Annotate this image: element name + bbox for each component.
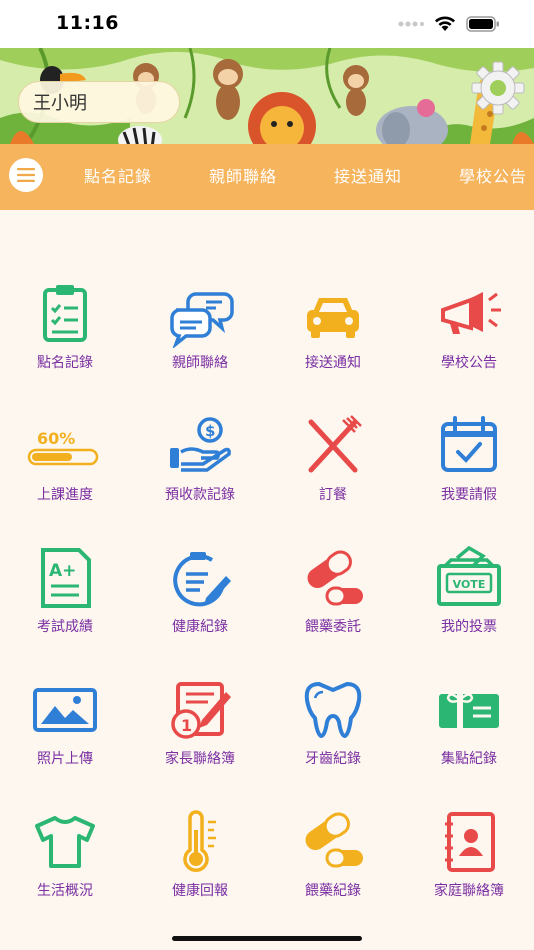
tile-my-vote[interactable]: VOTE 我的投票 bbox=[404, 544, 534, 654]
tile-label: 接送通知 bbox=[305, 355, 361, 371]
battery-icon bbox=[466, 15, 499, 32]
tile-exam-scores[interactable]: A+ 考試成績 bbox=[0, 544, 130, 654]
chat-bubbles-icon bbox=[170, 292, 234, 348]
signal-icon bbox=[398, 21, 424, 26]
notebook-pen-icon: 1 bbox=[171, 682, 231, 739]
tile-label: 家庭聯絡簿 bbox=[434, 883, 504, 899]
home-indicator[interactable] bbox=[172, 936, 362, 941]
tile-label: 上課進度 bbox=[37, 487, 93, 503]
tile-label: 預收款記錄 bbox=[165, 487, 235, 503]
svg-text:$: $ bbox=[205, 422, 215, 440]
car-icon bbox=[307, 298, 359, 338]
nav-item-parent-teacher[interactable]: 親師聯絡 bbox=[209, 163, 277, 187]
tile-attendance[interactable]: 點名記錄 bbox=[0, 280, 130, 390]
tile-label: 我要請假 bbox=[441, 487, 497, 503]
fork-knife-icon bbox=[308, 415, 362, 473]
tile-health-report[interactable]: 健康回報 bbox=[135, 808, 265, 918]
calendar-check-icon bbox=[441, 416, 497, 472]
tile-medicine-request[interactable]: 餵藥委託 bbox=[268, 544, 398, 654]
tile-photo-upload[interactable]: 照片上傳 bbox=[0, 676, 130, 786]
clipboard-pen-icon bbox=[173, 552, 231, 607]
ballot-box-icon: VOTE bbox=[437, 545, 501, 606]
nav-item-attendance[interactable]: 點名記錄 bbox=[84, 163, 152, 187]
tile-label: 家長聯絡簿 bbox=[165, 751, 235, 767]
tile-label: 考試成績 bbox=[37, 619, 93, 635]
contact-book-icon bbox=[445, 812, 495, 872]
tile-pickup[interactable]: 接送通知 bbox=[268, 280, 398, 390]
tile-prepayment[interactable]: $ 預收款記錄 bbox=[135, 412, 265, 522]
tile-meal-order[interactable]: 訂餐 bbox=[268, 412, 398, 522]
tile-label: 親師聯絡 bbox=[172, 355, 228, 371]
photo-icon bbox=[33, 688, 97, 732]
tile-points-record[interactable]: 集點紀錄 bbox=[404, 676, 534, 786]
settings-gear-icon[interactable] bbox=[470, 60, 526, 116]
megaphone-icon bbox=[441, 292, 501, 334]
thermometer-icon bbox=[183, 810, 216, 872]
capsule-pill-icon bbox=[307, 550, 363, 606]
tile-parent-notebook[interactable]: 1 家長聯絡簿 bbox=[135, 676, 265, 786]
gift-card-icon bbox=[439, 693, 499, 728]
exam-grade-text: A+ bbox=[49, 561, 76, 581]
status-time: 11:16 bbox=[56, 12, 119, 34]
svg-text:1: 1 bbox=[181, 716, 192, 735]
vote-badge-text: VOTE bbox=[453, 578, 486, 591]
nav-item-announcements[interactable]: 學校公告 bbox=[459, 163, 527, 187]
nav-item-pickup[interactable]: 接送通知 bbox=[334, 163, 402, 187]
tile-medicine-record[interactable]: 餵藥紀錄 bbox=[268, 808, 398, 918]
tile-family-notebook[interactable]: 家庭聯絡簿 bbox=[404, 808, 534, 918]
student-name-pill[interactable]: 王小明 bbox=[18, 81, 180, 123]
tile-label: 餵藥委託 bbox=[305, 619, 361, 635]
header-banner: 王小明 bbox=[0, 48, 534, 144]
tile-announcements[interactable]: 學校公告 bbox=[404, 280, 534, 390]
tile-dental-record[interactable]: 牙齒紀錄 bbox=[268, 676, 398, 786]
tile-class-progress[interactable]: 60% 上課進度 bbox=[0, 412, 130, 522]
tile-daily-life[interactable]: 生活概況 bbox=[0, 808, 130, 918]
tooth-icon bbox=[304, 681, 362, 739]
tile-label: 健康紀錄 bbox=[172, 619, 228, 635]
tile-label: 牙齒紀錄 bbox=[305, 751, 361, 767]
tile-label: 我的投票 bbox=[441, 619, 497, 635]
tile-label: 集點紀錄 bbox=[441, 751, 497, 767]
status-bar: 11:16 bbox=[0, 0, 534, 48]
hamburger-icon bbox=[17, 168, 35, 182]
tile-parent-teacher[interactable]: 親師聯絡 bbox=[135, 280, 265, 390]
clipboard-checklist-icon bbox=[43, 285, 87, 342]
tile-label: 餵藥紀錄 bbox=[305, 883, 361, 899]
progress-bar-icon: 60% bbox=[27, 429, 99, 466]
menu-button[interactable] bbox=[9, 158, 43, 192]
tile-label: 學校公告 bbox=[441, 355, 497, 371]
tshirt-icon bbox=[35, 816, 95, 868]
tile-label: 照片上傳 bbox=[37, 751, 93, 767]
exam-aplus-icon: A+ bbox=[41, 548, 91, 608]
progress-badge-text: 60% bbox=[37, 429, 75, 448]
tile-leave-request[interactable]: 我要請假 bbox=[404, 412, 534, 522]
tile-label: 點名記錄 bbox=[37, 355, 93, 371]
tile-health-record[interactable]: 健康紀錄 bbox=[135, 544, 265, 654]
student-name: 王小明 bbox=[33, 93, 87, 114]
tile-label: 健康回報 bbox=[172, 883, 228, 899]
money-hand-icon: $ bbox=[170, 417, 231, 472]
top-nav: 點名記錄 親師聯絡 接送通知 學校公告 bbox=[0, 144, 534, 210]
tile-label: 生活概況 bbox=[37, 883, 93, 899]
tile-label: 訂餐 bbox=[319, 487, 347, 503]
wifi-icon bbox=[435, 16, 455, 31]
capsule-icon bbox=[305, 812, 363, 868]
status-icons bbox=[398, 15, 500, 32]
